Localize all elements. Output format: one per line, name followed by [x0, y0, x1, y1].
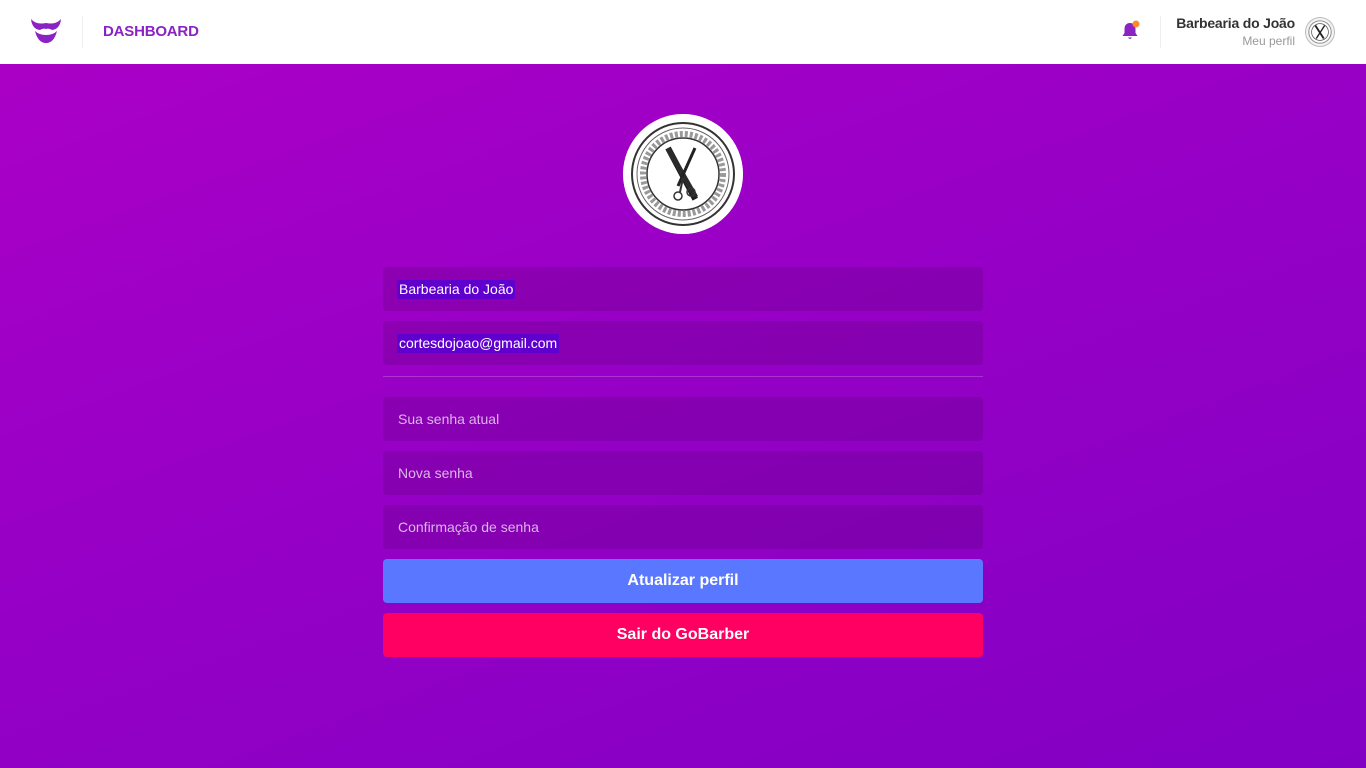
my-profile-link[interactable]: Meu perfil — [1176, 34, 1295, 48]
barber-shop-seal-icon[interactable] — [623, 114, 743, 234]
user-name: Barbearia do João — [1176, 15, 1295, 31]
notification-badge — [1132, 20, 1140, 28]
old-password-field[interactable] — [383, 397, 983, 441]
nav-dashboard-link[interactable]: DASHBOARD — [103, 23, 199, 40]
email-field-wrap: cortesdojoao@gmail.com — [383, 321, 983, 365]
new-password-field[interactable] — [383, 451, 983, 495]
confirm-password-field[interactable] — [383, 505, 983, 549]
logout-button[interactable]: Sair do GoBarber — [383, 613, 983, 657]
update-profile-button[interactable]: Atualizar perfil — [383, 559, 983, 603]
form-divider — [383, 376, 983, 377]
profile-summary: Barbearia do João Meu perfil — [1176, 15, 1295, 48]
bell-icon[interactable] — [1120, 20, 1140, 42]
header-avatar-icon[interactable] — [1305, 17, 1335, 47]
top-header: DASHBOARD Barbearia do João Meu perfil — [0, 0, 1366, 64]
profile-form: Barbearia do João cortesdojoao@gmail.com… — [383, 267, 983, 657]
header-divider — [82, 16, 83, 48]
email-field[interactable] — [383, 321, 983, 365]
barber-mustache-logo-icon[interactable] — [30, 16, 62, 46]
name-field-wrap: Barbearia do João — [383, 267, 983, 311]
name-field[interactable] — [383, 267, 983, 311]
header-divider — [1160, 16, 1161, 48]
